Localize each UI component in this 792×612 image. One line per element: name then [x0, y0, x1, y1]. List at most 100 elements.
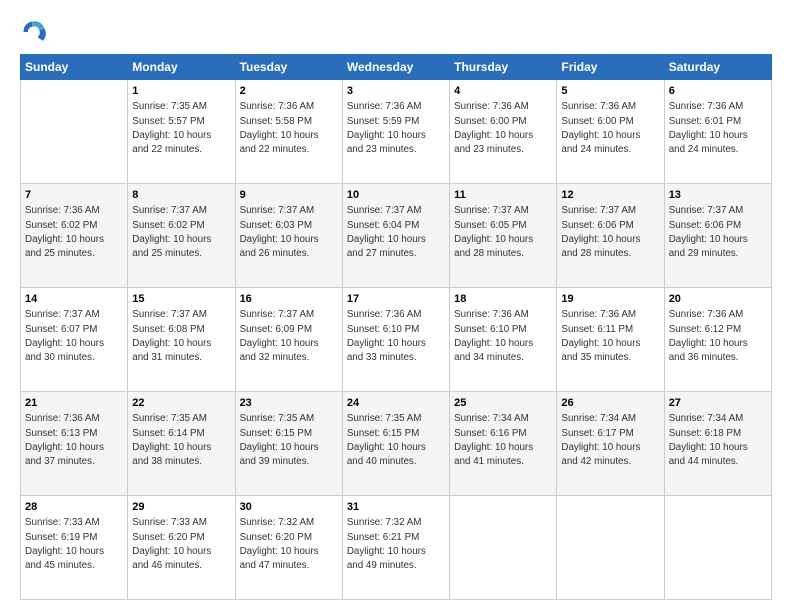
day-cell: 2Sunrise: 7:36 AM Sunset: 5:58 PM Daylig…: [235, 80, 342, 184]
day-info: Sunrise: 7:34 AM Sunset: 6:18 PM Dayligh…: [669, 412, 767, 469]
day-cell: 5Sunrise: 7:36 AM Sunset: 6:00 PM Daylig…: [557, 80, 664, 184]
day-info: Sunrise: 7:36 AM Sunset: 6:12 PM Dayligh…: [669, 308, 767, 365]
day-number: 29: [132, 500, 230, 515]
header-day-thursday: Thursday: [450, 55, 557, 80]
day-number: 28: [25, 500, 123, 515]
day-info: Sunrise: 7:36 AM Sunset: 6:10 PM Dayligh…: [347, 308, 445, 365]
day-info: Sunrise: 7:36 AM Sunset: 5:58 PM Dayligh…: [240, 100, 338, 157]
day-cell: 3Sunrise: 7:36 AM Sunset: 5:59 PM Daylig…: [342, 80, 449, 184]
day-cell: [557, 496, 664, 600]
logo-icon: [20, 18, 48, 46]
day-number: 25: [454, 396, 552, 411]
day-info: Sunrise: 7:37 AM Sunset: 6:02 PM Dayligh…: [132, 204, 230, 261]
day-cell: 25Sunrise: 7:34 AM Sunset: 6:16 PM Dayli…: [450, 392, 557, 496]
header-day-friday: Friday: [557, 55, 664, 80]
day-info: Sunrise: 7:36 AM Sunset: 6:02 PM Dayligh…: [25, 204, 123, 261]
day-info: Sunrise: 7:36 AM Sunset: 6:01 PM Dayligh…: [669, 100, 767, 157]
day-cell: 27Sunrise: 7:34 AM Sunset: 6:18 PM Dayli…: [664, 392, 771, 496]
day-info: Sunrise: 7:35 AM Sunset: 6:15 PM Dayligh…: [240, 412, 338, 469]
day-cell: 15Sunrise: 7:37 AM Sunset: 6:08 PM Dayli…: [128, 288, 235, 392]
day-info: Sunrise: 7:34 AM Sunset: 6:17 PM Dayligh…: [561, 412, 659, 469]
day-info: Sunrise: 7:32 AM Sunset: 6:20 PM Dayligh…: [240, 516, 338, 573]
day-number: 7: [25, 188, 123, 203]
logo: [20, 18, 52, 46]
day-cell: 30Sunrise: 7:32 AM Sunset: 6:20 PM Dayli…: [235, 496, 342, 600]
day-number: 16: [240, 292, 338, 307]
day-cell: 6Sunrise: 7:36 AM Sunset: 6:01 PM Daylig…: [664, 80, 771, 184]
day-cell: 4Sunrise: 7:36 AM Sunset: 6:00 PM Daylig…: [450, 80, 557, 184]
day-info: Sunrise: 7:36 AM Sunset: 5:59 PM Dayligh…: [347, 100, 445, 157]
day-cell: 20Sunrise: 7:36 AM Sunset: 6:12 PM Dayli…: [664, 288, 771, 392]
day-number: 3: [347, 84, 445, 99]
day-number: 24: [347, 396, 445, 411]
day-cell: 10Sunrise: 7:37 AM Sunset: 6:04 PM Dayli…: [342, 184, 449, 288]
day-cell: 23Sunrise: 7:35 AM Sunset: 6:15 PM Dayli…: [235, 392, 342, 496]
day-number: 23: [240, 396, 338, 411]
day-number: 21: [25, 396, 123, 411]
day-number: 15: [132, 292, 230, 307]
header-day-tuesday: Tuesday: [235, 55, 342, 80]
day-cell: [21, 80, 128, 184]
day-info: Sunrise: 7:32 AM Sunset: 6:21 PM Dayligh…: [347, 516, 445, 573]
day-number: 10: [347, 188, 445, 203]
day-cell: 26Sunrise: 7:34 AM Sunset: 6:17 PM Dayli…: [557, 392, 664, 496]
header: [20, 18, 772, 46]
day-cell: 7Sunrise: 7:36 AM Sunset: 6:02 PM Daylig…: [21, 184, 128, 288]
day-number: 12: [561, 188, 659, 203]
day-cell: 1Sunrise: 7:35 AM Sunset: 5:57 PM Daylig…: [128, 80, 235, 184]
day-number: 30: [240, 500, 338, 515]
day-number: 4: [454, 84, 552, 99]
day-info: Sunrise: 7:36 AM Sunset: 6:13 PM Dayligh…: [25, 412, 123, 469]
day-number: 5: [561, 84, 659, 99]
day-number: 22: [132, 396, 230, 411]
header-day-sunday: Sunday: [21, 55, 128, 80]
day-cell: 29Sunrise: 7:33 AM Sunset: 6:20 PM Dayli…: [128, 496, 235, 600]
day-cell: 16Sunrise: 7:37 AM Sunset: 6:09 PM Dayli…: [235, 288, 342, 392]
day-number: 31: [347, 500, 445, 515]
header-day-saturday: Saturday: [664, 55, 771, 80]
day-info: Sunrise: 7:37 AM Sunset: 6:06 PM Dayligh…: [561, 204, 659, 261]
day-info: Sunrise: 7:35 AM Sunset: 5:57 PM Dayligh…: [132, 100, 230, 157]
day-cell: 9Sunrise: 7:37 AM Sunset: 6:03 PM Daylig…: [235, 184, 342, 288]
day-info: Sunrise: 7:33 AM Sunset: 6:19 PM Dayligh…: [25, 516, 123, 573]
week-row-4: 28Sunrise: 7:33 AM Sunset: 6:19 PM Dayli…: [21, 496, 772, 600]
day-cell: 8Sunrise: 7:37 AM Sunset: 6:02 PM Daylig…: [128, 184, 235, 288]
day-info: Sunrise: 7:37 AM Sunset: 6:04 PM Dayligh…: [347, 204, 445, 261]
header-day-monday: Monday: [128, 55, 235, 80]
day-info: Sunrise: 7:33 AM Sunset: 6:20 PM Dayligh…: [132, 516, 230, 573]
day-info: Sunrise: 7:34 AM Sunset: 6:16 PM Dayligh…: [454, 412, 552, 469]
day-number: 27: [669, 396, 767, 411]
day-info: Sunrise: 7:35 AM Sunset: 6:15 PM Dayligh…: [347, 412, 445, 469]
header-day-wednesday: Wednesday: [342, 55, 449, 80]
day-info: Sunrise: 7:37 AM Sunset: 6:08 PM Dayligh…: [132, 308, 230, 365]
day-info: Sunrise: 7:36 AM Sunset: 6:00 PM Dayligh…: [561, 100, 659, 157]
day-info: Sunrise: 7:36 AM Sunset: 6:11 PM Dayligh…: [561, 308, 659, 365]
day-cell: 22Sunrise: 7:35 AM Sunset: 6:14 PM Dayli…: [128, 392, 235, 496]
day-number: 6: [669, 84, 767, 99]
day-number: 13: [669, 188, 767, 203]
day-cell: 12Sunrise: 7:37 AM Sunset: 6:06 PM Dayli…: [557, 184, 664, 288]
week-row-3: 21Sunrise: 7:36 AM Sunset: 6:13 PM Dayli…: [21, 392, 772, 496]
day-cell: 11Sunrise: 7:37 AM Sunset: 6:05 PM Dayli…: [450, 184, 557, 288]
day-cell: 24Sunrise: 7:35 AM Sunset: 6:15 PM Dayli…: [342, 392, 449, 496]
day-info: Sunrise: 7:36 AM Sunset: 6:00 PM Dayligh…: [454, 100, 552, 157]
day-info: Sunrise: 7:35 AM Sunset: 6:14 PM Dayligh…: [132, 412, 230, 469]
day-number: 9: [240, 188, 338, 203]
calendar-body: 1Sunrise: 7:35 AM Sunset: 5:57 PM Daylig…: [21, 80, 772, 600]
day-cell: 13Sunrise: 7:37 AM Sunset: 6:06 PM Dayli…: [664, 184, 771, 288]
page: SundayMondayTuesdayWednesdayThursdayFrid…: [0, 0, 792, 612]
day-cell: [664, 496, 771, 600]
day-number: 2: [240, 84, 338, 99]
day-cell: 17Sunrise: 7:36 AM Sunset: 6:10 PM Dayli…: [342, 288, 449, 392]
day-cell: 18Sunrise: 7:36 AM Sunset: 6:10 PM Dayli…: [450, 288, 557, 392]
header-row: SundayMondayTuesdayWednesdayThursdayFrid…: [21, 55, 772, 80]
day-cell: 21Sunrise: 7:36 AM Sunset: 6:13 PM Dayli…: [21, 392, 128, 496]
day-cell: 28Sunrise: 7:33 AM Sunset: 6:19 PM Dayli…: [21, 496, 128, 600]
day-cell: 19Sunrise: 7:36 AM Sunset: 6:11 PM Dayli…: [557, 288, 664, 392]
day-info: Sunrise: 7:37 AM Sunset: 6:05 PM Dayligh…: [454, 204, 552, 261]
day-number: 18: [454, 292, 552, 307]
day-number: 26: [561, 396, 659, 411]
week-row-0: 1Sunrise: 7:35 AM Sunset: 5:57 PM Daylig…: [21, 80, 772, 184]
calendar-header: SundayMondayTuesdayWednesdayThursdayFrid…: [21, 55, 772, 80]
day-number: 11: [454, 188, 552, 203]
